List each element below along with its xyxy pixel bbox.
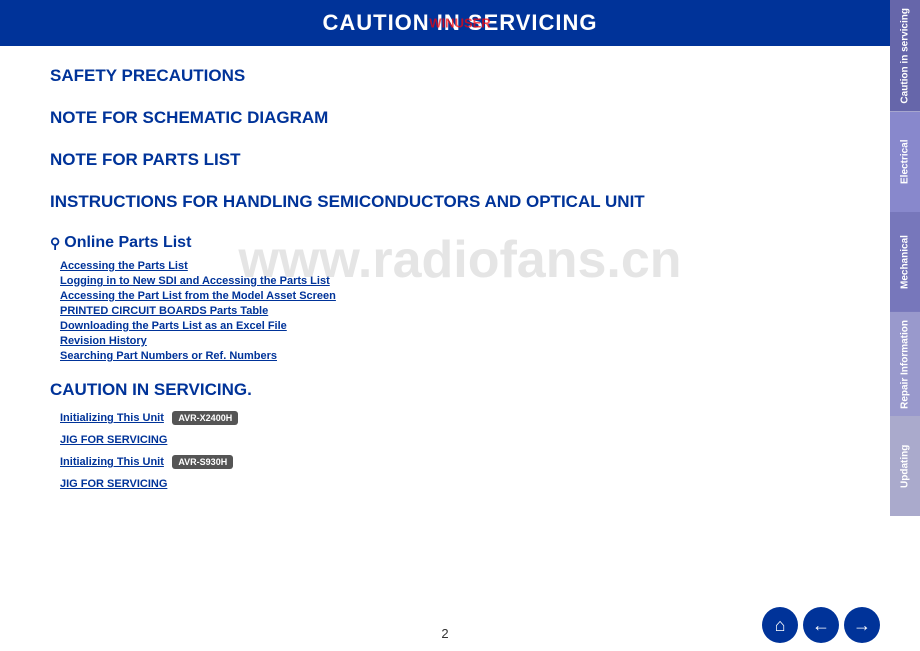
parts-list-icon: ⚲ bbox=[50, 235, 60, 252]
sidebar-item-electrical[interactable]: Electrical bbox=[890, 112, 920, 212]
sub-link-revision-history[interactable]: Revision History bbox=[60, 335, 840, 347]
page-header: CAUTION IN SERVICING WINUSER bbox=[0, 0, 920, 46]
sub-link-accessing[interactable]: Accessing the Parts List bbox=[60, 260, 840, 272]
initializing-link-1[interactable]: Initializing This Unit bbox=[60, 412, 164, 424]
badge-avr-s930h: AVR-S930H bbox=[172, 455, 233, 469]
jig-for-servicing-link-2[interactable]: JIG FOR SERVICING bbox=[60, 478, 167, 490]
badge-avr-x2400h: AVR-X2400H bbox=[172, 411, 238, 425]
jig-for-servicing-link-1[interactable]: JIG FOR SERVICING bbox=[60, 434, 167, 446]
sub-link-part-list-model[interactable]: Accessing the Part List from the Model A… bbox=[60, 290, 840, 302]
sub-link-pcb-table[interactable]: PRINTED CIRCUIT BOARDS Parts Table bbox=[60, 305, 840, 317]
sidebar-item-caution[interactable]: Caution in servicing bbox=[890, 0, 920, 112]
caution-item-3: Initializing This Unit AVR-S930H bbox=[60, 452, 840, 470]
sidebar-item-repair[interactable]: Repair Information bbox=[890, 312, 920, 417]
sidebar-item-mechanical[interactable]: Mechanical bbox=[890, 212, 920, 312]
sub-links-container: Accessing the Parts List Logging in to N… bbox=[60, 260, 840, 362]
caution-item-4: JIG FOR SERVICING bbox=[60, 474, 840, 492]
online-parts-list-heading: ⚲ Online Parts List bbox=[50, 234, 840, 252]
note-parts-list-link[interactable]: NOTE FOR PARTS LIST bbox=[50, 150, 840, 170]
header-title: CAUTION IN SERVICING bbox=[322, 10, 597, 35]
footer: 2 bbox=[0, 626, 890, 641]
sidebar-tabs: Caution in servicing Electrical Mechanic… bbox=[890, 0, 920, 651]
sub-link-logging[interactable]: Logging in to New SDI and Accessing the … bbox=[60, 275, 840, 287]
main-content: SAFETY PRECAUTIONS NOTE FOR SCHEMATIC DI… bbox=[0, 46, 890, 516]
caution-item-1: Initializing This Unit AVR-X2400H bbox=[60, 408, 840, 426]
instructions-semiconductors-link[interactable]: INSTRUCTIONS FOR HANDLING SEMICONDUCTORS… bbox=[50, 192, 840, 212]
caution-items-container: Initializing This Unit AVR-X2400H JIG FO… bbox=[60, 408, 840, 492]
note-schematic-link[interactable]: NOTE FOR SCHEMATIC DIAGRAM bbox=[50, 108, 840, 128]
page-number: 2 bbox=[441, 626, 448, 641]
back-button[interactable]: ← bbox=[803, 607, 839, 643]
sub-link-search-part-numbers[interactable]: Searching Part Numbers or Ref. Numbers bbox=[60, 350, 840, 362]
online-parts-list-link[interactable]: Online Parts List bbox=[64, 234, 191, 252]
nav-buttons: ⌂ ← → bbox=[762, 607, 880, 643]
caution-item-2: JIG FOR SERVICING bbox=[60, 430, 840, 448]
initializing-link-2[interactable]: Initializing This Unit bbox=[60, 456, 164, 468]
safety-precautions-link[interactable]: SAFETY PRECAUTIONS bbox=[50, 66, 840, 86]
caution-section-heading: CAUTION IN SERVICING. bbox=[50, 380, 840, 400]
forward-button[interactable]: → bbox=[844, 607, 880, 643]
sidebar-item-updating[interactable]: Updating bbox=[890, 416, 920, 516]
home-button[interactable]: ⌂ bbox=[762, 607, 798, 643]
sub-link-download-excel[interactable]: Downloading the Parts List as an Excel F… bbox=[60, 320, 840, 332]
